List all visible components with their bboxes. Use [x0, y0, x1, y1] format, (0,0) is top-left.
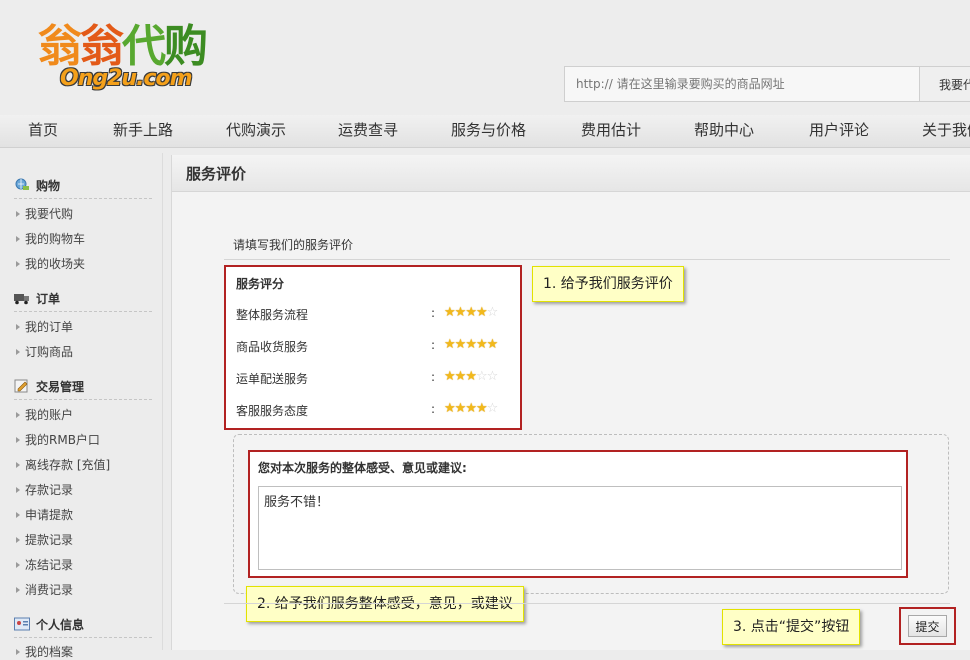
sidebar-item-cart[interactable]: 我的购物车: [16, 230, 85, 247]
sidebar-item-request-withdrawal[interactable]: 申请提款: [16, 506, 73, 523]
sidebar: 购物 我要代购 我的购物车 我的收场夹 订单 我的订单 订购商品 交易管理 我的…: [4, 153, 163, 659]
star-rating[interactable]: ★★★★☆: [444, 401, 499, 416]
profile-card-icon: [14, 617, 30, 631]
star-filled-icon[interactable]: ★: [444, 369, 456, 384]
comment-panel: 您对本次服务的整体感受、意见或建议: 服务不错！: [248, 450, 908, 578]
star-filled-icon[interactable]: ★: [455, 305, 467, 320]
sidebar-item-favorites[interactable]: 我的收场夹: [16, 255, 85, 272]
sidebar-heading-shopping: 购物: [14, 177, 60, 194]
rating-row-overall-process: 整体服务流程 : ★★★★☆: [236, 305, 499, 322]
nav-demo[interactable]: 代购演示: [226, 115, 286, 147]
star-rating[interactable]: ★★★★★: [444, 337, 499, 352]
nav-cost-estimate[interactable]: 费用估计: [581, 115, 641, 147]
rating-row-delivery: 运单配送服务 : ★★★☆☆: [236, 369, 499, 386]
sidebar-item-my-orders[interactable]: 我的订单: [16, 318, 73, 335]
sidebar-item-offline-deposit[interactable]: 离线存款 [充值]: [16, 456, 110, 473]
sidebar-item-ordered-items[interactable]: 订购商品: [16, 343, 73, 360]
star-filled-icon[interactable]: ★: [465, 369, 477, 384]
star-filled-icon[interactable]: ★: [444, 337, 456, 352]
nav-home[interactable]: 首页: [28, 115, 58, 147]
star-empty-icon[interactable]: ☆: [487, 305, 499, 320]
sidebar-heading-personal-info: 个人信息: [14, 616, 84, 633]
callout-step-2: 2. 给予我们服务整体感受，意见，或建议: [246, 586, 524, 622]
star-filled-icon[interactable]: ★: [465, 401, 477, 416]
sidebar-heading-orders: 订单: [14, 290, 60, 307]
search-bar: 我要代购: [564, 66, 970, 102]
star-empty-icon[interactable]: ☆: [487, 401, 499, 416]
sidebar-item-frozen-records[interactable]: 冻结记录: [16, 556, 73, 573]
nav-about-us[interactable]: 关于我们: [922, 115, 970, 147]
callout-step-1: 1. 给予我们服务评价: [532, 266, 684, 302]
star-filled-icon[interactable]: ★: [444, 305, 456, 320]
comment-heading: 您对本次服务的整体感受、意见或建议:: [258, 461, 467, 475]
star-filled-icon[interactable]: ★: [455, 369, 467, 384]
star-empty-icon[interactable]: ☆: [487, 369, 499, 384]
star-filled-icon[interactable]: ★: [455, 337, 467, 352]
rating-row-receiving: 商品收货服务 : ★★★★★: [236, 337, 499, 354]
sidebar-item-withdrawal-records[interactable]: 提款记录: [16, 531, 73, 548]
submit-highlight: 提交: [899, 607, 956, 645]
nav-shipping-lookup[interactable]: 运费查寻: [338, 115, 398, 147]
star-empty-icon[interactable]: ☆: [476, 369, 488, 384]
divider: [224, 603, 950, 604]
form-intro: 请填写我们的服务评价: [233, 238, 354, 252]
main-nav: 首页 新手上路 代购演示 运费查寻 服务与价格 费用估计 帮助中心 用户评论 关…: [0, 115, 970, 148]
divider: [14, 637, 152, 638]
sidebar-item-my-account[interactable]: 我的账户: [16, 406, 73, 423]
star-filled-icon[interactable]: ★: [465, 337, 477, 352]
nav-getting-started[interactable]: 新手上路: [113, 115, 173, 147]
divider: [14, 198, 152, 199]
star-filled-icon[interactable]: ★: [487, 337, 499, 352]
star-rating[interactable]: ★★★☆☆: [444, 369, 499, 384]
product-url-input[interactable]: [565, 67, 919, 101]
logo-english: Ong2u.com: [60, 66, 193, 91]
truck-icon: [14, 291, 30, 305]
sidebar-item-rmb-account[interactable]: 我的RMB户口: [16, 431, 100, 448]
sidebar-item-buy-for-me[interactable]: 我要代购: [16, 205, 73, 222]
nav-service-pricing[interactable]: 服务与价格: [451, 115, 526, 147]
rating-panel: 服务评分 整体服务流程 : ★★★★☆ 商品收货服务 : ★★★★★ 运单配送服…: [224, 265, 522, 430]
star-filled-icon[interactable]: ★: [465, 305, 477, 320]
star-filled-icon[interactable]: ★: [476, 401, 488, 416]
divider: [224, 259, 950, 260]
site-logo[interactable]: 翁翁代购 Ong2u.com: [38, 10, 258, 105]
submit-button[interactable]: 提交: [908, 615, 947, 637]
rating-heading: 服务评分: [236, 277, 285, 291]
divider: [14, 399, 152, 400]
rating-row-customer-service: 客服服务态度 : ★★★★☆: [236, 401, 499, 418]
callout-step-3: 3. 点击“提交”按钮: [722, 609, 861, 645]
logo-chinese: 翁翁代购: [38, 21, 208, 72]
sidebar-item-spending-records[interactable]: 消费记录: [16, 581, 73, 598]
edit-icon: [14, 379, 30, 393]
nav-user-reviews[interactable]: 用户评论: [809, 115, 869, 147]
divider: [14, 311, 152, 312]
comment-textarea[interactable]: 服务不错！: [258, 486, 902, 570]
sidebar-heading-transactions: 交易管理: [14, 378, 84, 395]
page-title-bar: 服务评价: [172, 155, 970, 192]
star-filled-icon[interactable]: ★: [476, 337, 488, 352]
star-filled-icon[interactable]: ★: [455, 401, 467, 416]
globe-cart-icon: [14, 178, 30, 192]
star-rating[interactable]: ★★★★☆: [444, 305, 499, 320]
star-filled-icon[interactable]: ★: [476, 305, 488, 320]
nav-help-center[interactable]: 帮助中心: [694, 115, 754, 147]
page-title: 服务评价: [186, 165, 247, 183]
sidebar-item-deposit-records[interactable]: 存款记录: [16, 481, 73, 498]
header: 翁翁代购 Ong2u.com 我要代购: [0, 0, 970, 115]
buy-for-me-button[interactable]: 我要代购: [919, 67, 970, 101]
sidebar-item-my-profile[interactable]: 我的档案: [16, 643, 73, 660]
star-filled-icon[interactable]: ★: [444, 401, 456, 416]
